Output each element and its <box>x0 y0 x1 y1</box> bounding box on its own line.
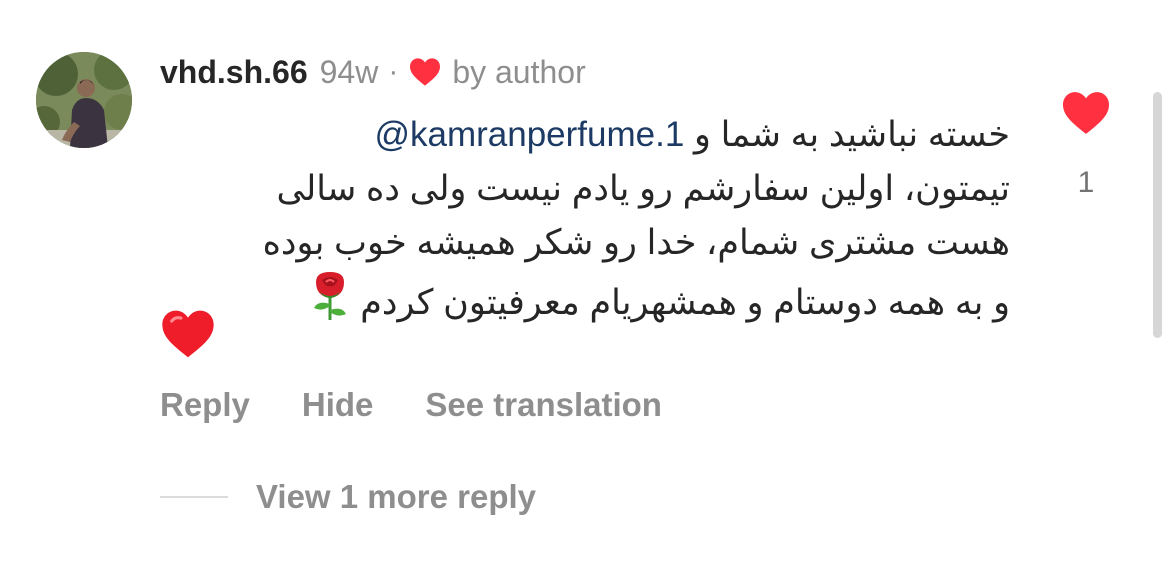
rose-emoji-icon <box>314 272 347 320</box>
comment-actions: Reply Hide See translation <box>160 382 714 428</box>
like-count[interactable]: 1 <box>1060 166 1112 200</box>
comment-line-4: و به همه دوستام و همشهریام معرفیتون کردم <box>160 270 1010 330</box>
scrollbar[interactable] <box>1153 92 1162 338</box>
comment-timestamp[interactable]: 94w <box>320 54 379 91</box>
replies-divider <box>160 496 228 498</box>
view-more-replies-button[interactable]: View 1 more reply <box>256 478 536 516</box>
username[interactable]: vhd.sh.66 <box>160 54 308 91</box>
like-heart-icon[interactable] <box>1060 90 1112 136</box>
comment-line-2: تیمتون، اولین سفارشم رو یادم نیست ولی ده… <box>276 169 1010 208</box>
reply-button[interactable]: Reply <box>160 386 250 424</box>
red-heart-emoji-icon <box>162 310 214 358</box>
author-badge: by author <box>452 53 586 90</box>
see-translation-button[interactable]: See translation <box>425 386 662 424</box>
comment-line-1: خسته نباشید به شما و @kamranperfume.1 <box>160 108 1010 162</box>
separator-dot: · <box>388 55 399 88</box>
avatar[interactable] <box>36 52 132 148</box>
comment-text-4: و به همه دوستام و همشهریام معرفیتون کردم <box>360 283 1010 322</box>
comment-header: vhd.sh.66 94w · by author <box>160 52 586 92</box>
red-heart-icon <box>410 58 441 86</box>
view-replies: View 1 more reply <box>160 474 536 520</box>
comment-body: خسته نباشید به شما و @kamranperfume.1 تی… <box>160 108 1010 330</box>
hide-button[interactable]: Hide <box>302 386 374 424</box>
comment-line-3: هست مشتری شمام، خدا رو شکر همیشه خوب بود… <box>262 223 1010 262</box>
mention-link[interactable]: @kamranperfume.1 <box>374 115 684 154</box>
comment-text-1: خسته نباشید به شما و <box>694 115 1010 154</box>
comment-item: vhd.sh.66 94w · by author خسته نباشید به… <box>0 0 1170 561</box>
